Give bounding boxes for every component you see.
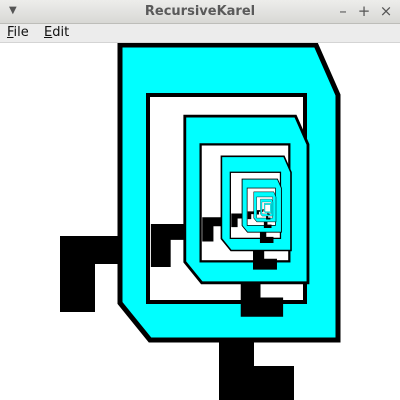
karel-screen-level-6: [264, 204, 271, 212]
menu-bar: File Edit: [0, 24, 400, 43]
maximize-button[interactable]: +: [357, 2, 371, 20]
close-button[interactable]: ×: [379, 2, 393, 20]
menu-edit[interactable]: Edit: [44, 25, 69, 40]
karel-right-leg: [219, 333, 294, 400]
karel-left-leg: [60, 236, 120, 312]
karel-canvas: [60, 43, 341, 400]
menu-file[interactable]: File: [7, 25, 29, 40]
title-bar: ▼ RecursiveKarel – + ×: [0, 0, 400, 24]
minimize-button[interactable]: –: [336, 2, 350, 20]
